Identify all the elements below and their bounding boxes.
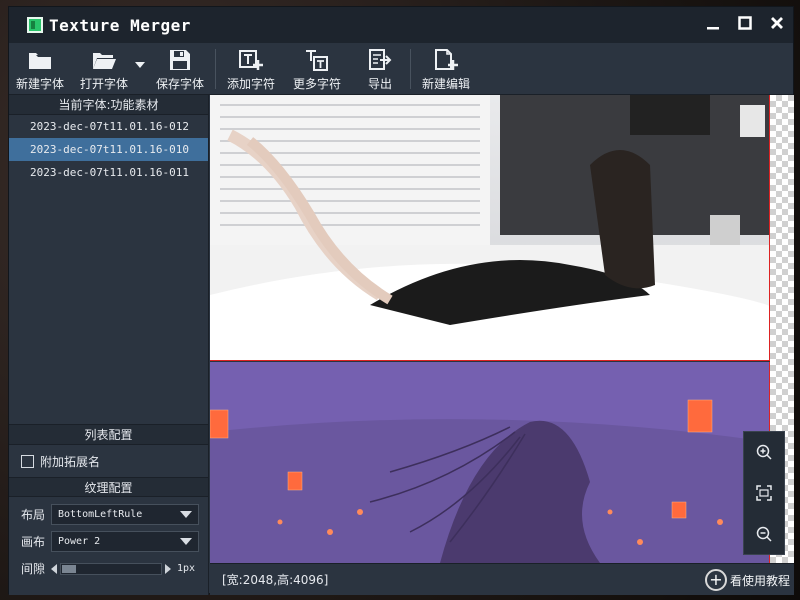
- append-ext-option[interactable]: 附加拓展名: [9, 445, 208, 477]
- more-char-icon: [306, 50, 328, 71]
- texture-image-lanterns: [210, 362, 770, 563]
- slider-thumb[interactable]: [62, 564, 76, 573]
- bedroom-photo-art: [210, 95, 769, 360]
- zoom-controls: [743, 431, 785, 555]
- slider-track[interactable]: [60, 562, 162, 575]
- current-font-header: 当前字体:功能素材: [9, 95, 208, 115]
- append-ext-label: 附加拓展名: [40, 454, 101, 469]
- plus-circle-icon: +: [704, 569, 727, 591]
- add-char-button[interactable]: 添加字符: [222, 43, 280, 95]
- list-item-selected[interactable]: 2023-dec-07t11.01.16-010: [9, 138, 208, 161]
- texture-size-text: [宽:2048,高:4096]: [222, 573, 329, 587]
- add-char-label: 添加字符: [226, 77, 275, 91]
- lantern-art: [210, 362, 769, 563]
- zoom-in-icon: [756, 445, 772, 460]
- layout-label: 布局: [21, 508, 46, 522]
- fit-view-button[interactable]: [750, 479, 778, 507]
- texture-image-bedroom: [210, 95, 770, 361]
- more-char-label: 更多字符: [292, 77, 341, 91]
- new-edit-button[interactable]: 新建编辑: [417, 43, 475, 95]
- status-bar: [宽:2048,高:4096] + 看使用教程: [210, 563, 794, 595]
- folder-new-icon: [29, 53, 51, 69]
- maximize-icon: [738, 16, 752, 30]
- texture-config-header: 纹理配置: [9, 477, 208, 497]
- export-label: 导出: [367, 77, 392, 91]
- slider-left-arrow-icon[interactable]: [51, 563, 57, 574]
- fit-screen-icon: [756, 485, 772, 501]
- layout-value: BottomLeftRule: [58, 509, 143, 520]
- layout-select[interactable]: BottomLeftRule: [51, 504, 199, 525]
- chevron-down-icon: [135, 62, 145, 68]
- spacing-label: 间隙: [21, 562, 46, 576]
- save-font-button[interactable]: 保存字体: [151, 43, 209, 95]
- new-edit-icon: [435, 49, 458, 70]
- export-button[interactable]: 导出: [356, 43, 404, 95]
- new-font-button[interactable]: 新建字体: [11, 43, 69, 95]
- zoom-in-button[interactable]: [750, 438, 778, 466]
- maximize-button[interactable]: [729, 9, 761, 37]
- toolbar-divider: [410, 49, 411, 89]
- open-font-label: 打开字体: [79, 77, 128, 91]
- minimize-button[interactable]: [697, 9, 729, 37]
- canvas-label: 画布: [21, 535, 46, 549]
- window-title: Texture Merger: [49, 15, 191, 35]
- canvas-select[interactable]: Power 2: [51, 531, 199, 552]
- font-list: 2023-dec-07t11.01.16-012 2023-dec-07t11.…: [9, 115, 208, 425]
- spacing-slider[interactable]: [51, 562, 171, 576]
- close-icon: [771, 17, 783, 29]
- save-font-label: 保存字体: [155, 77, 204, 91]
- more-char-button[interactable]: 更多字符: [286, 43, 348, 95]
- new-font-label: 新建字体: [15, 77, 64, 91]
- add-char-icon: [239, 50, 263, 70]
- list-config-header: 列表配置: [9, 425, 208, 445]
- list-item[interactable]: 2023-dec-07t11.01.16-011: [9, 161, 208, 184]
- slider-right-arrow-icon[interactable]: [165, 563, 171, 574]
- title-bar: Texture Merger: [9, 7, 793, 43]
- append-ext-checkbox[interactable]: [21, 454, 34, 468]
- chevron-down-icon: [180, 538, 192, 545]
- minimize-icon: [707, 27, 719, 30]
- canvas-row: 画布 Power 2: [9, 528, 208, 555]
- left-panel: 当前字体:功能素材 2023-dec-07t11.01.16-012 2023-…: [9, 95, 209, 595]
- spacing-row: 间隙 1px: [9, 555, 208, 582]
- texture-preview[interactable]: [210, 95, 794, 563]
- canvas-value: Power 2: [58, 536, 101, 547]
- chevron-down-icon: [180, 511, 192, 518]
- new-edit-label: 新建编辑: [421, 77, 470, 91]
- app-window: Texture Merger 新建字体 打开字体 保存字体 添加字符 更多字符 …: [8, 6, 794, 595]
- export-icon: [369, 49, 392, 70]
- layout-row: 布局 BottomLeftRule: [9, 501, 208, 528]
- zoom-out-button[interactable]: [750, 520, 778, 548]
- toolbar: 新建字体 打开字体 保存字体 添加字符 更多字符 导出 新建编辑: [9, 43, 793, 95]
- toolbar-divider: [215, 49, 216, 89]
- spacing-value: 1px: [177, 563, 196, 574]
- list-item[interactable]: 2023-dec-07t11.01.16-012: [9, 115, 208, 138]
- tutorial-label: 看使用教程: [729, 573, 790, 588]
- close-button[interactable]: [761, 9, 793, 37]
- window-controls: [697, 7, 793, 43]
- open-font-dropdown[interactable]: [133, 43, 147, 95]
- folder-open-icon: [93, 53, 116, 69]
- status-right: + 看使用教程: [704, 569, 790, 591]
- save-icon: [170, 50, 190, 70]
- tutorial-button[interactable]: + 看使用教程: [704, 569, 790, 591]
- app-logo-icon: [27, 17, 43, 33]
- zoom-out-icon: [756, 526, 772, 542]
- open-font-button[interactable]: 打开字体: [75, 43, 133, 95]
